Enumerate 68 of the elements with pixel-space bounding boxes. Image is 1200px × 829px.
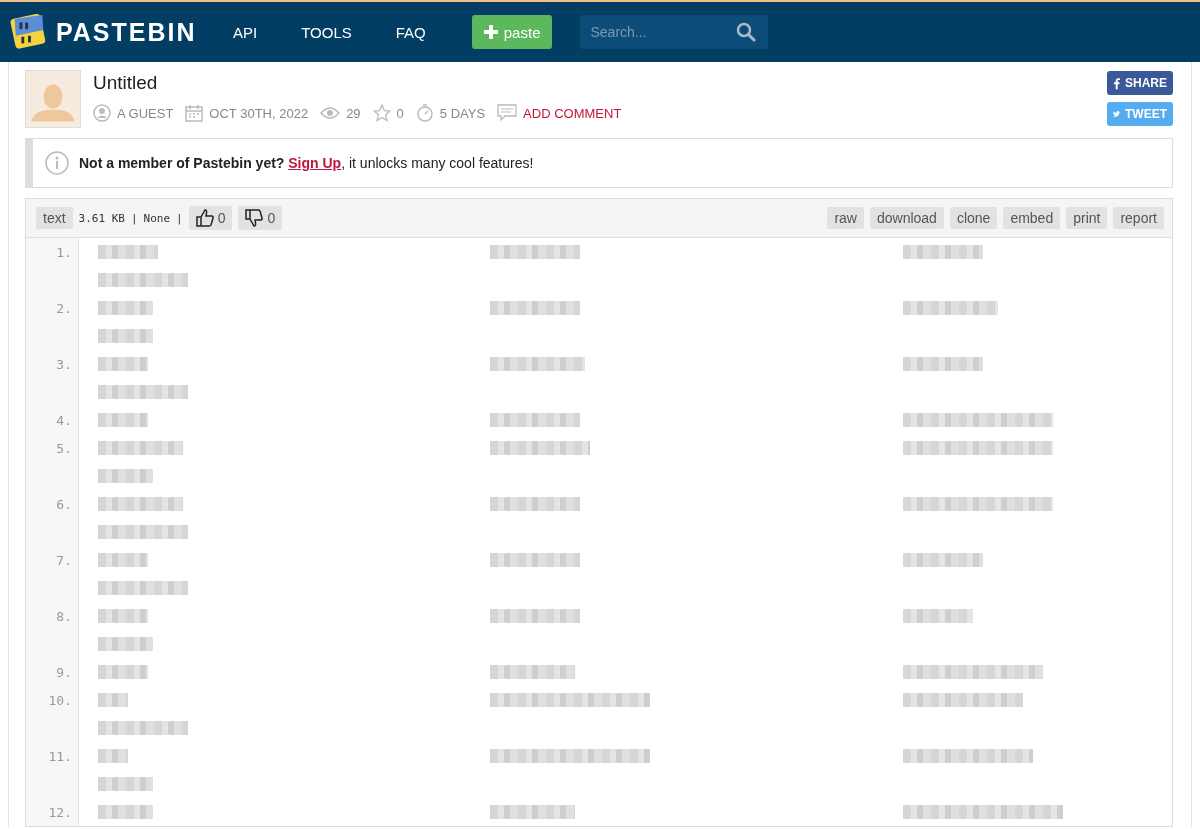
view-count: 29	[346, 105, 361, 121]
redacted-text	[98, 413, 148, 427]
eye-icon	[320, 106, 341, 120]
search-icon[interactable]	[736, 22, 757, 42]
redacted-text	[98, 805, 153, 819]
info-icon	[45, 151, 69, 175]
avatar	[25, 70, 81, 128]
redacted-text	[98, 469, 153, 483]
redacted-text	[98, 693, 128, 707]
user-icon	[93, 104, 111, 122]
line-number: 5.	[55, 440, 73, 456]
add-comment-link[interactable]: ADD COMMENT	[523, 105, 622, 121]
star-icon	[372, 104, 391, 122]
redacted-text	[98, 637, 153, 651]
redacted-text	[98, 245, 158, 259]
like-button[interactable]: 0	[188, 206, 233, 230]
redacted-text	[903, 609, 973, 623]
redacted-text	[98, 329, 153, 343]
facebook-icon	[1113, 75, 1120, 91]
line-number: 1.	[55, 244, 73, 260]
redacted-text	[98, 553, 148, 567]
bird-icon	[1113, 108, 1120, 120]
paste-action-button[interactable]: clone	[949, 207, 998, 229]
calendar-icon	[185, 104, 204, 122]
redacted-text	[98, 777, 153, 791]
nav-link[interactable]: API	[233, 23, 258, 41]
syntax-tag[interactable]: text	[36, 207, 73, 229]
search-field[interactable]: Search...	[580, 15, 769, 49]
paste-title: Untitled	[93, 72, 159, 94]
timer-icon	[415, 104, 434, 122]
separator: |	[176, 211, 183, 225]
redacted-text	[98, 301, 153, 315]
line-number: 4.	[55, 412, 73, 428]
comment-icon	[497, 104, 518, 122]
redacted-text	[98, 665, 148, 679]
line-number: 6.	[55, 496, 73, 512]
line-number: 7.	[55, 552, 73, 568]
paste-action-button[interactable]: print	[1066, 207, 1108, 229]
redacted-text	[98, 749, 128, 763]
dislike-button[interactable]: 0	[238, 206, 283, 230]
line-number: 2.	[55, 300, 73, 316]
line-number: 10.	[47, 692, 73, 708]
paste-action-button[interactable]: raw	[827, 207, 864, 229]
plus-icon	[483, 25, 498, 39]
share-button[interactable]: SHARE	[1107, 71, 1173, 95]
logo-text[interactable]: PASTEBIN	[56, 17, 197, 47]
paste-action-button[interactable]: download	[869, 207, 944, 229]
thumbs-down-icon	[245, 209, 264, 227]
line-number: 3.	[55, 356, 73, 372]
expiration: 5 DAYS	[439, 105, 486, 121]
line-number: 12.	[47, 804, 73, 820]
date: OCT 30TH, 2022	[209, 105, 309, 121]
category: None	[143, 211, 171, 225]
file-size: 3.61 KB	[78, 211, 125, 225]
paste-action-button[interactable]: embed	[1003, 207, 1061, 229]
nav-link[interactable]: TOOLS	[301, 23, 352, 41]
nav-link[interactable]: FAQ	[395, 23, 426, 41]
line-number: 9.	[55, 664, 73, 680]
notice-text: Not a member of Pastebin yet? Sign Up, it unlocks many cool features!	[79, 155, 534, 171]
redacted-text	[98, 357, 148, 371]
line-number: 8.	[55, 608, 73, 624]
paste-action-button[interactable]: report	[1113, 207, 1164, 229]
redacted-text	[98, 609, 148, 623]
separator: |	[130, 211, 138, 225]
thumbs-up-icon	[195, 209, 214, 227]
star-count: 0	[396, 105, 404, 121]
line-number: 11.	[47, 748, 73, 764]
author: A GUEST	[117, 105, 174, 121]
